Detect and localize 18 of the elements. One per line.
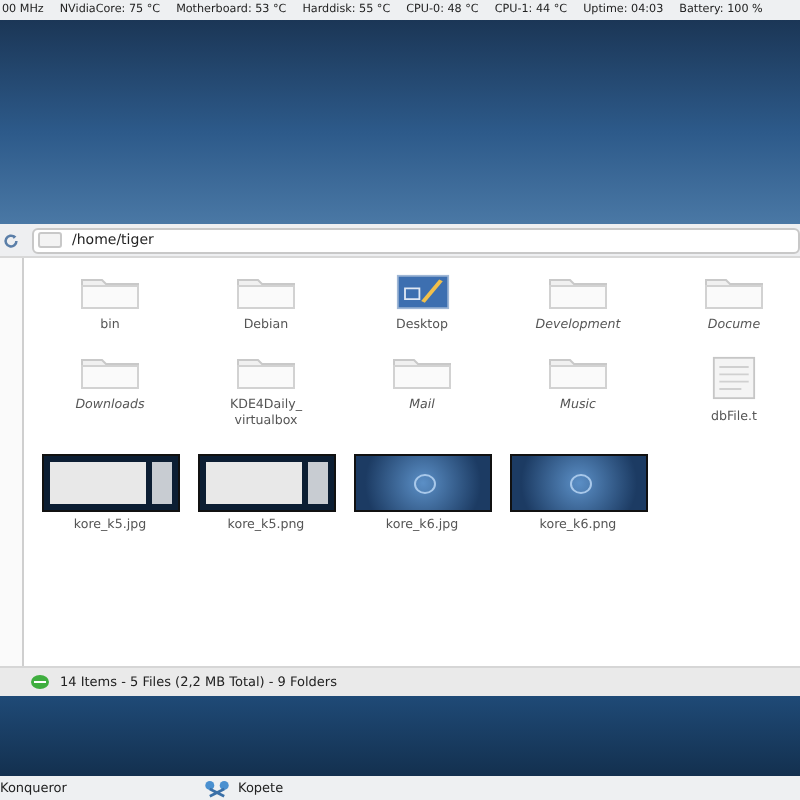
folder-icon[interactable] xyxy=(704,274,764,310)
screenshot-thumbnail[interactable] xyxy=(197,454,335,512)
folder-icon[interactable] xyxy=(80,354,140,390)
folder-icon[interactable] xyxy=(80,274,140,310)
folder-icon[interactable] xyxy=(548,274,608,310)
desktop-folder-icon[interactable] xyxy=(395,274,449,310)
document-icon[interactable] xyxy=(712,354,756,402)
folder-icon[interactable] xyxy=(392,354,452,390)
wallpaper-thumbnail[interactable] xyxy=(509,454,647,512)
folder-icon[interactable] xyxy=(548,354,608,390)
status-icon xyxy=(30,674,50,690)
folder-icon xyxy=(38,232,62,248)
kopete-icon xyxy=(204,779,230,797)
reload-icon[interactable] xyxy=(2,231,20,249)
screenshot-thumbnail[interactable] xyxy=(41,454,179,512)
wallpaper-thumbnail[interactable] xyxy=(353,454,491,512)
folder-icon[interactable] xyxy=(236,354,296,390)
folder-icon[interactable] xyxy=(236,274,296,310)
